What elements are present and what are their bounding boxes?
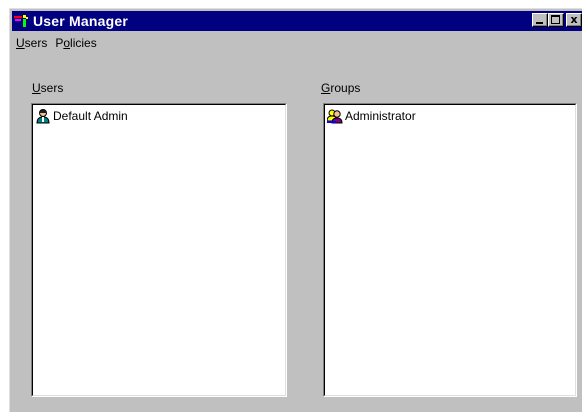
menu-policies-label: licies: [70, 36, 97, 50]
groups-list-frame: Administrator: [324, 104, 576, 396]
menu-users-label: sers: [24, 36, 48, 50]
menu-bar: Users Policies: [12, 33, 582, 53]
users-list[interactable]: Default Admin: [31, 103, 287, 397]
app-icon[interactable]: [14, 13, 30, 29]
title-buttons: x: [532, 13, 582, 27]
groups-label-text: roups: [330, 81, 361, 95]
groups-list[interactable]: Administrator: [323, 103, 577, 397]
group-icon: [326, 108, 343, 124]
menu-users-accel: U: [16, 36, 25, 50]
groups-label-accel: G: [321, 81, 331, 95]
user-name: Default Admin: [53, 109, 128, 123]
users-label-accel: U: [32, 81, 41, 95]
list-item-administrator[interactable]: Administrator: [326, 107, 416, 125]
menu-policies[interactable]: Policies: [51, 36, 100, 50]
users-list-frame: Default Admin: [32, 104, 286, 396]
window-title: User Manager: [33, 13, 128, 29]
close-icon: x: [570, 13, 578, 26]
users-label: Users: [32, 81, 63, 95]
minimize-button[interactable]: [532, 13, 548, 27]
user-manager-window: User Manager x Users Policies Users Defa…: [9, 8, 582, 412]
maximize-button[interactable]: [548, 13, 564, 27]
group-name: Administrator: [345, 109, 416, 123]
groups-label: Groups: [321, 81, 360, 95]
user-icon: [35, 108, 51, 124]
list-item-default-admin[interactable]: Default Admin: [35, 107, 128, 125]
close-button[interactable]: x: [566, 13, 582, 27]
title-bar[interactable]: User Manager x: [12, 11, 582, 31]
menu-users[interactable]: Users: [12, 36, 51, 50]
users-label-text: sers: [40, 81, 64, 95]
